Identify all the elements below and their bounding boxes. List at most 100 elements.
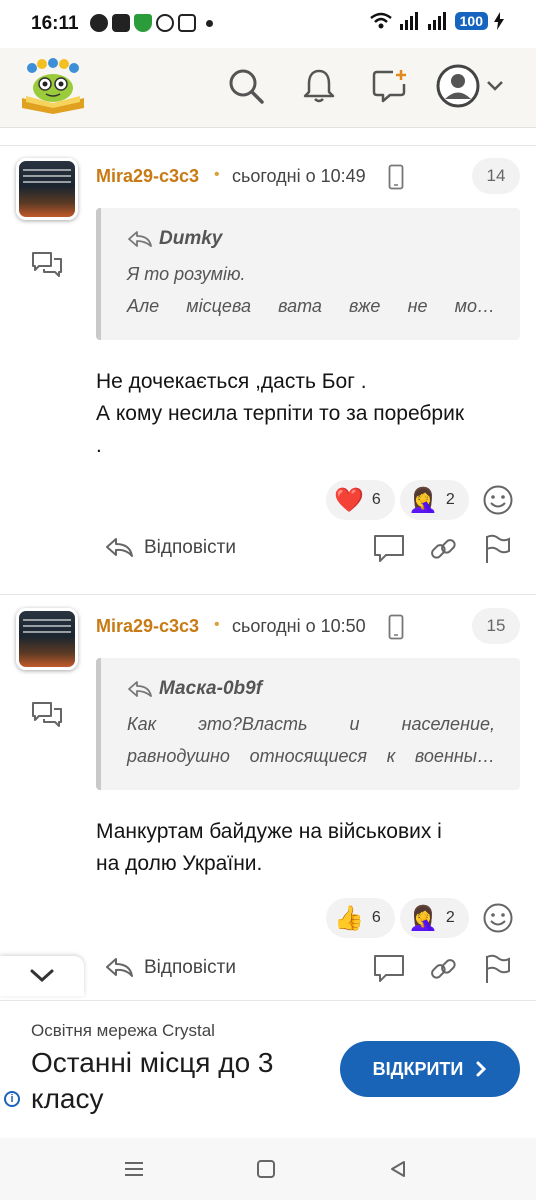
battery-level: 100 bbox=[454, 12, 488, 30]
shield-icon bbox=[134, 14, 152, 32]
chevron-down-icon bbox=[30, 969, 54, 983]
reaction-thumbs-up[interactable]: 👍 6 bbox=[326, 898, 395, 938]
post-body-line: Не дочекається ,дасть Бог . bbox=[96, 370, 367, 393]
signal-icon bbox=[399, 12, 418, 30]
post-body: Манкуртам байдуже на військових і на дол… bbox=[96, 816, 526, 880]
report-button[interactable] bbox=[480, 952, 514, 986]
facebook-icon bbox=[112, 14, 130, 32]
quote-reply-button[interactable] bbox=[372, 532, 406, 566]
quote-author-name: Маска-0b9f bbox=[159, 678, 263, 699]
reaction-heart[interactable]: ❤️ 6 bbox=[326, 480, 395, 520]
app-header bbox=[0, 48, 536, 128]
reply-button[interactable]: Відповісти bbox=[104, 956, 236, 980]
post-divider bbox=[0, 594, 536, 595]
new-message-icon bbox=[372, 70, 406, 103]
mobile-device-icon bbox=[388, 614, 404, 640]
menu-icon bbox=[125, 1162, 143, 1176]
add-reaction-icon[interactable] bbox=[482, 484, 514, 516]
reaction-facepalm[interactable]: 🤦‍♀️ 2 bbox=[400, 480, 469, 520]
quote-block[interactable]: Dumky Я то розумію. Але місцева вата вже… bbox=[96, 208, 520, 340]
reply-label: Відповісти bbox=[144, 537, 236, 558]
quote-text-line: Але місцева вата вже не мо… bbox=[127, 296, 495, 316]
post-number-badge[interactable]: 15 bbox=[472, 608, 520, 644]
reply-arrow-icon bbox=[128, 681, 152, 697]
home-button[interactable] bbox=[246, 1152, 286, 1186]
site-logo[interactable] bbox=[18, 58, 88, 114]
heart-icon: ❤️ bbox=[334, 486, 364, 514]
dot-icon bbox=[206, 19, 213, 27]
post-time[interactable]: сьогодні о 10:49 bbox=[232, 166, 366, 187]
post-body: Не дочекається ,дасть Бог . А кому несил… bbox=[96, 366, 526, 462]
calendar-icon bbox=[178, 14, 196, 32]
copy-link-button[interactable] bbox=[426, 532, 460, 566]
conversation-icon[interactable] bbox=[30, 250, 64, 278]
chevron-right-icon bbox=[476, 1061, 487, 1077]
viber-icon bbox=[156, 14, 174, 32]
post-number-badge[interactable]: 14 bbox=[472, 158, 520, 194]
reply-icon bbox=[106, 538, 133, 557]
system-icons: 100 bbox=[369, 12, 504, 30]
notification-icons bbox=[90, 14, 213, 32]
system-nav-bar bbox=[0, 1138, 536, 1200]
ad-sponsor: Освітня мережа Crystal bbox=[31, 1021, 215, 1040]
author-name[interactable]: Mira29-c3c3 bbox=[96, 616, 199, 637]
ad-button-label: ВІДКРИТИ bbox=[372, 1058, 464, 1079]
quote-author[interactable]: Dumky bbox=[127, 228, 222, 250]
wifi-icon bbox=[369, 12, 392, 29]
ad-open-button[interactable]: ВІДКРИТИ bbox=[340, 1041, 520, 1097]
reaction-count: 6 bbox=[371, 909, 381, 926]
chevron-down-icon bbox=[487, 81, 503, 91]
avatar[interactable] bbox=[16, 158, 78, 220]
ad-title[interactable]: Останні місця до 3 класу bbox=[31, 1045, 331, 1117]
link-icon bbox=[431, 539, 456, 559]
flag-icon bbox=[486, 534, 510, 563]
home-icon bbox=[257, 1160, 275, 1178]
charging-icon bbox=[494, 12, 504, 30]
facepalm-icon: 🤦‍♀️ bbox=[408, 486, 438, 514]
separator: • bbox=[214, 616, 220, 633]
user-avatar-icon bbox=[436, 64, 480, 108]
ad-banner[interactable]: Освітня мережа Crystal Останні місця до … bbox=[0, 1000, 536, 1138]
reaction-count: 2 bbox=[445, 491, 455, 508]
reaction-facepalm[interactable]: 🤦‍♀️ 2 bbox=[400, 898, 469, 938]
collapse-ad-button[interactable] bbox=[0, 956, 84, 996]
report-button[interactable] bbox=[480, 532, 514, 566]
search-icon bbox=[229, 69, 264, 104]
quote-reply-button[interactable] bbox=[372, 952, 406, 986]
flag-icon bbox=[486, 954, 510, 983]
avatar[interactable] bbox=[16, 608, 78, 670]
thumbs-up-icon: 👍 bbox=[334, 904, 364, 932]
status-bar: 16:11 100 bbox=[0, 0, 536, 48]
quote-block[interactable]: Маска-0b9f Как это?Власть и население, р… bbox=[96, 658, 520, 790]
author-name[interactable]: Mira29-c3c3 bbox=[96, 166, 199, 187]
quote-author[interactable]: Маска-0b9f bbox=[127, 678, 262, 700]
telegram-icon bbox=[90, 14, 108, 32]
signal-icon bbox=[427, 12, 446, 30]
facepalm-icon: 🤦‍♀️ bbox=[408, 904, 438, 932]
new-message-button[interactable] bbox=[368, 64, 412, 108]
back-icon bbox=[391, 1161, 405, 1177]
link-icon bbox=[431, 959, 456, 979]
copy-link-button[interactable] bbox=[426, 952, 460, 986]
reaction-count: 6 bbox=[371, 491, 381, 508]
notifications-button[interactable] bbox=[297, 64, 341, 108]
post-divider bbox=[0, 145, 536, 146]
post-body-line: А кому несила терпіти то за поребрик bbox=[96, 402, 465, 425]
back-button[interactable] bbox=[378, 1152, 418, 1186]
recent-apps-button[interactable] bbox=[114, 1152, 154, 1186]
post-body-line: . bbox=[96, 434, 102, 457]
add-reaction-icon[interactable] bbox=[482, 902, 514, 934]
quote-text-line: Я то розумію. bbox=[127, 264, 246, 284]
reply-arrow-icon bbox=[128, 231, 152, 247]
post-time[interactable]: сьогодні о 10:50 bbox=[232, 616, 366, 637]
speech-bubble-icon bbox=[374, 955, 404, 982]
reply-label: Відповісти bbox=[144, 957, 236, 978]
reply-button[interactable]: Відповісти bbox=[104, 536, 236, 560]
search-button[interactable] bbox=[224, 64, 268, 108]
user-menu-button[interactable] bbox=[436, 64, 512, 108]
quote-author-name: Dumky bbox=[159, 228, 223, 249]
ad-info-icon[interactable]: i bbox=[4, 1091, 20, 1107]
conversation-icon[interactable] bbox=[30, 700, 64, 728]
mobile-device-icon bbox=[388, 164, 404, 190]
separator: • bbox=[214, 166, 220, 183]
